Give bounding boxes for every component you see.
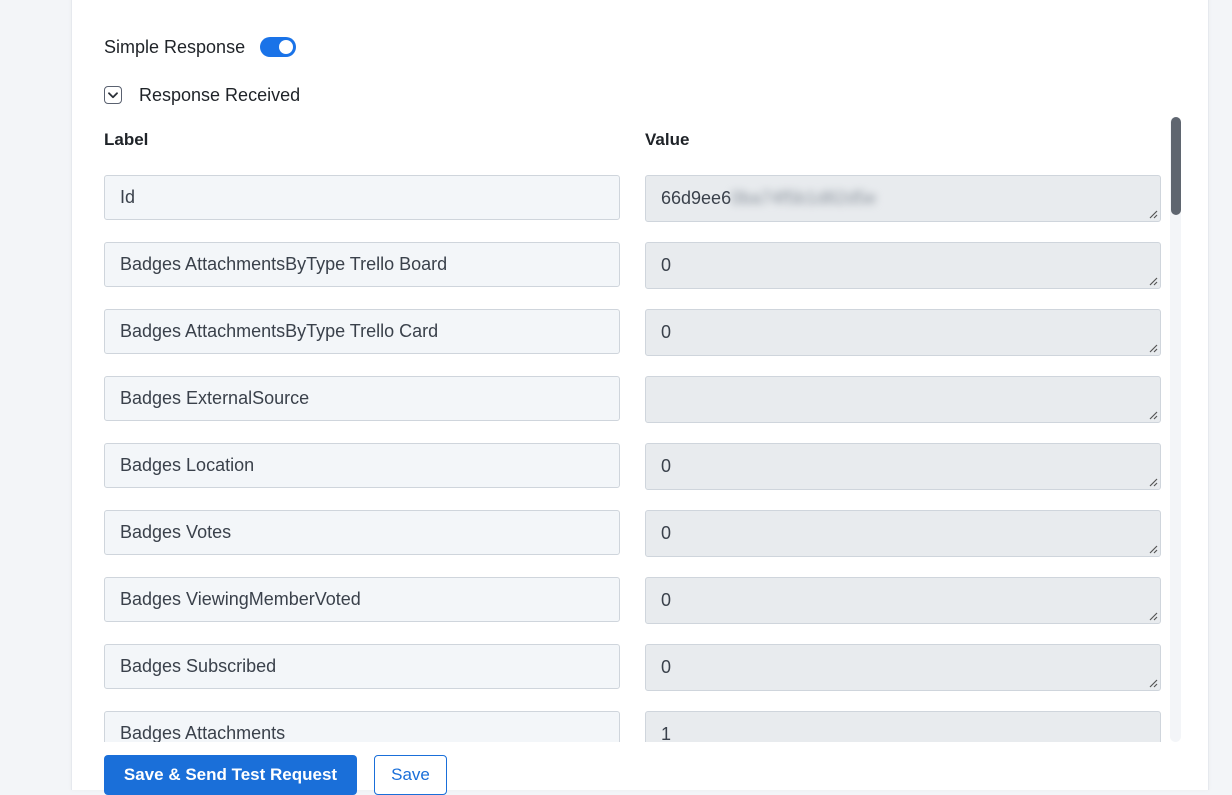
resize-grip-icon[interactable] <box>1148 410 1158 420</box>
label-field[interactable]: Badges Votes <box>104 510 620 555</box>
simple-response-label: Simple Response <box>104 36 246 57</box>
response-received-label: Response Received <box>139 84 301 105</box>
resize-grip-icon[interactable] <box>1148 209 1158 219</box>
resize-grip-icon[interactable] <box>1148 276 1158 286</box>
scrollbar-thumb[interactable] <box>1171 117 1181 215</box>
resize-grip-icon[interactable] <box>1148 343 1158 353</box>
table-row: Badges AttachmentsByType Trello Card 0 <box>104 309 1164 356</box>
table-row: Badges Subscribed 0 <box>104 644 1164 691</box>
simple-response-toggle[interactable] <box>260 37 297 57</box>
table-row: Badges ViewingMemberVoted 0 <box>104 577 1164 624</box>
label-field[interactable]: Id <box>104 175 620 220</box>
table-row: Badges Votes 0 <box>104 510 1164 557</box>
value-text: 0 <box>661 255 672 275</box>
label-field[interactable]: Badges AttachmentsByType Trello Board <box>104 242 620 287</box>
label-column-header: Label <box>104 130 149 149</box>
resize-grip-icon[interactable] <box>1148 477 1158 487</box>
value-text: 0 <box>661 523 672 543</box>
label-field[interactable]: Badges Attachments <box>104 711 620 742</box>
table-row: Id 66d9ee6 0ba74f5b1d82d5e <box>104 175 1164 222</box>
resize-grip-icon[interactable] <box>1148 544 1158 554</box>
value-text: 66d9ee6 <box>661 188 732 208</box>
label-field[interactable]: Badges Location <box>104 443 620 488</box>
label-field[interactable]: Badges ExternalSource <box>104 376 620 421</box>
value-column-header: Value <box>645 130 690 149</box>
value-field[interactable]: 0 <box>645 510 1161 557</box>
label-field[interactable]: Badges AttachmentsByType Trello Card <box>104 309 620 354</box>
value-field[interactable]: 0 <box>645 309 1161 356</box>
resize-grip-icon[interactable] <box>1148 678 1158 688</box>
chevron-down-icon[interactable] <box>104 86 122 104</box>
value-field[interactable]: 66d9ee6 0ba74f5b1d82d5e <box>645 175 1161 222</box>
redacted-value: 0ba74f5b1d82d5e <box>731 188 877 208</box>
value-field[interactable]: 1 <box>645 711 1161 742</box>
toggle-knob <box>279 40 294 54</box>
value-field[interactable]: 0 <box>645 644 1161 691</box>
label-field[interactable]: Badges Subscribed <box>104 644 620 689</box>
value-text: 0 <box>661 456 672 476</box>
table-row: Badges Location 0 <box>104 443 1164 490</box>
simple-response-row: Simple Response <box>104 34 297 60</box>
value-text: 1 <box>661 724 672 742</box>
save-and-send-test-request-button[interactable]: Save & Send Test Request <box>104 755 357 795</box>
value-text: 0 <box>661 590 672 610</box>
label-field[interactable]: Badges ViewingMemberVoted <box>104 577 620 622</box>
value-field[interactable]: 0 <box>645 242 1161 289</box>
value-field[interactable] <box>645 376 1161 423</box>
table-row: Badges Attachments 1 <box>104 711 1164 742</box>
resize-grip-icon[interactable] <box>1148 611 1158 621</box>
table-row: Badges ExternalSource <box>104 376 1164 423</box>
save-button[interactable]: Save <box>374 755 447 795</box>
value-field[interactable]: 0 <box>645 443 1161 490</box>
value-field[interactable]: 0 <box>645 577 1161 624</box>
response-rows: Id 66d9ee6 0ba74f5b1d82d5e Badges Attachm… <box>104 175 1164 742</box>
table-row: Badges AttachmentsByType Trello Board 0 <box>104 242 1164 289</box>
value-text: 0 <box>661 322 672 342</box>
response-received-header[interactable]: Response Received <box>104 83 300 107</box>
value-text: 0 <box>661 657 672 677</box>
